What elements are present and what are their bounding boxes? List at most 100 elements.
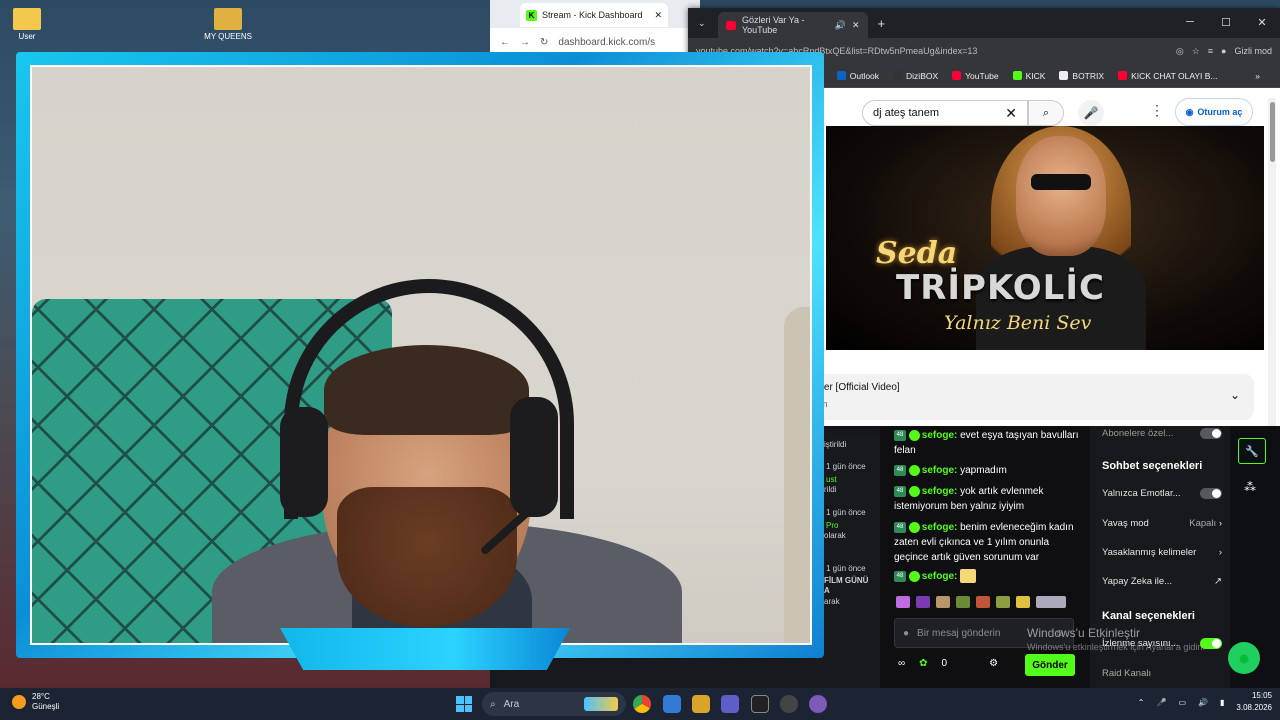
forward-icon[interactable]: → [520,37,530,48]
send-button[interactable]: Gönder [1025,654,1075,676]
tab-youtube[interactable]: Gözleri Var Ya - YouTube 🔊 ✕ [717,12,868,38]
close-icon[interactable]: ✕ [654,10,662,21]
toggle-switch[interactable] [1200,488,1222,499]
setting-slow-mode[interactable]: Yavaş mod Kapalı › [1102,518,1222,529]
support-chat-icon[interactable]: ◉ [1228,642,1260,674]
tab-search-icon[interactable]: ⌄ [698,18,706,29]
setting-emote-only[interactable]: Yalnızca Emotlar... [1102,488,1222,499]
emote-icon[interactable] [976,596,990,608]
infinity-icon[interactable]: ∞ [898,658,905,669]
start-button[interactable] [456,696,472,712]
sub-badge: 48 [894,485,906,497]
scrollbar-thumb[interactable] [1269,102,1275,162]
activity-time: 1 gün önce [826,462,866,471]
setting-subscribers-only[interactable]: Abonelere özel... [1102,428,1222,439]
bookmark-kick[interactable]: KICK [1012,71,1045,81]
search-button[interactable]: ⌕ [1028,100,1064,126]
bookmark-youtube[interactable]: YouTube [952,70,999,81]
bookmark-outlook[interactable]: Outlook [836,71,879,81]
bookmark-botrix[interactable]: BOTRIX [1059,71,1104,81]
speaker-icon[interactable]: 🔊 [835,20,846,31]
chevron-up-icon[interactable]: ⌃ [1138,698,1145,707]
youtube-icon [725,20,736,30]
chat-username[interactable]: sefoge: [922,522,958,533]
chat-message: 48 sefoge: evet eşya taşıyan bavulları f… [894,428,1080,458]
gear-icon[interactable]: ⚙ [989,658,998,669]
emote-icon[interactable] [956,596,970,608]
taskbar-search[interactable]: ⌕ Ara [482,692,626,716]
chrome-icon[interactable] [633,695,651,713]
sign-in-button[interactable]: ◉ Oturum aç [1175,98,1253,126]
chat-username[interactable]: sefoge: [922,430,958,441]
app-icon[interactable] [809,695,827,713]
molecule-icon[interactable]: ⁂ [1244,480,1256,494]
emote-icon[interactable] [916,596,930,608]
close-icon[interactable]: ✕ [852,20,860,31]
youtube-icon [952,71,962,80]
star-icon[interactable]: ☆ [1192,46,1200,57]
toggle-switch[interactable] [1200,428,1222,439]
network-icon[interactable]: ▭ [1178,698,1186,707]
bookmark-kick-chat[interactable]: KICK CHAT OLAYI B... [1118,70,1218,81]
back-icon[interactable]: ← [500,37,510,48]
search-input[interactable]: dj ateş tanem ✕ [862,100,1028,126]
weather-widget[interactable]: 28°C Güneşli [12,692,59,712]
setting-banned-words[interactable]: Yasaklanmış kelimeler › [1102,547,1222,558]
chevron-down-icon[interactable]: ⌄ [1230,388,1240,402]
setting-label: Yapay Zeka ile... [1102,576,1173,587]
setting-ai[interactable]: Yapay Zeka ile... ↗ [1102,576,1222,587]
maximize-icon[interactable]: ☐ [1208,8,1244,36]
setting-raid[interactable]: Raid Kanalı [1102,668,1222,679]
minimize-icon[interactable]: ─ [1172,8,1208,36]
bookmark-label: YouTube [965,70,999,81]
windows-icon [456,696,464,704]
incognito-label[interactable]: Gizli mod [1234,46,1272,56]
close-window-icon[interactable]: ✕ [1244,8,1280,36]
window-controls: ─ ☐ ✕ [1172,8,1280,36]
battery-icon[interactable]: ▮ [1220,698,1224,707]
new-tab-icon[interactable]: + [878,16,886,31]
more-bookmarks-icon[interactable]: » [1255,71,1260,81]
wrench-icon[interactable]: 🔧 [1238,438,1266,464]
scrollbar[interactable] [1268,98,1276,428]
chat-username[interactable]: sefoge: [922,571,958,582]
chat-username[interactable]: sefoge: [922,486,958,497]
chat-username[interactable]: sefoge: [922,465,958,476]
search-placeholder: Ara [503,698,520,710]
bookmark-label: KICK CHAT OLAYI B... [1131,70,1218,81]
points-icon[interactable]: ✿ [919,658,927,669]
chat-text: yapmadım [960,465,1007,476]
media-app-icon[interactable] [692,695,710,713]
emote-icon[interactable] [996,596,1010,608]
record-icon[interactable]: ● [903,628,909,639]
video-description[interactable]: nmer [Official Video] nem ⌄ [798,374,1254,420]
desktop-icon-my-queens[interactable]: MY QUEENS [203,8,253,41]
folder-icon [214,8,242,30]
more-icon[interactable]: ⋮ [1150,102,1164,119]
emote-icon[interactable] [896,596,910,608]
tab-kick-dashboard[interactable]: K Stream - Kick Dashboard ✕ [520,3,668,27]
microphone-icon[interactable]: 🎤 [1157,698,1167,707]
chat-message: 48 sefoge: benim evleneceğim kadın zaten… [894,520,1080,565]
microphone-icon[interactable]: 🎤 [1078,100,1104,126]
bookmark-dizibox[interactable]: DiziBOX [893,71,938,81]
clock[interactable]: 15:05 3.08.2026 [1236,690,1272,714]
url-field[interactable]: dashboard.kick.com/s [558,37,655,48]
sub-badge: 48 [894,464,906,476]
reload-icon[interactable]: ↻ [540,37,548,48]
emote-icon[interactable] [936,596,950,608]
desktop-icon-user[interactable]: User [2,8,52,41]
media-icon[interactable]: ≡ [1208,46,1213,56]
app-icon[interactable] [663,695,681,713]
emote-icon[interactable] [1036,596,1066,608]
teams-icon[interactable] [721,695,739,713]
clear-icon[interactable]: ✕ [1005,105,1017,122]
epic-games-icon[interactable] [751,695,769,713]
volume-icon[interactable]: 🔊 [1198,698,1208,707]
eye-off-icon[interactable]: ◎ [1176,46,1184,57]
emote-icon[interactable] [1016,596,1030,608]
obs-icon[interactable] [780,695,798,713]
setting-label: Yavaş mod [1102,518,1149,529]
video-player[interactable]: Seda TRİPKOLİC Yalnız Beni Sev [826,126,1264,350]
headphone-left [280,407,328,517]
